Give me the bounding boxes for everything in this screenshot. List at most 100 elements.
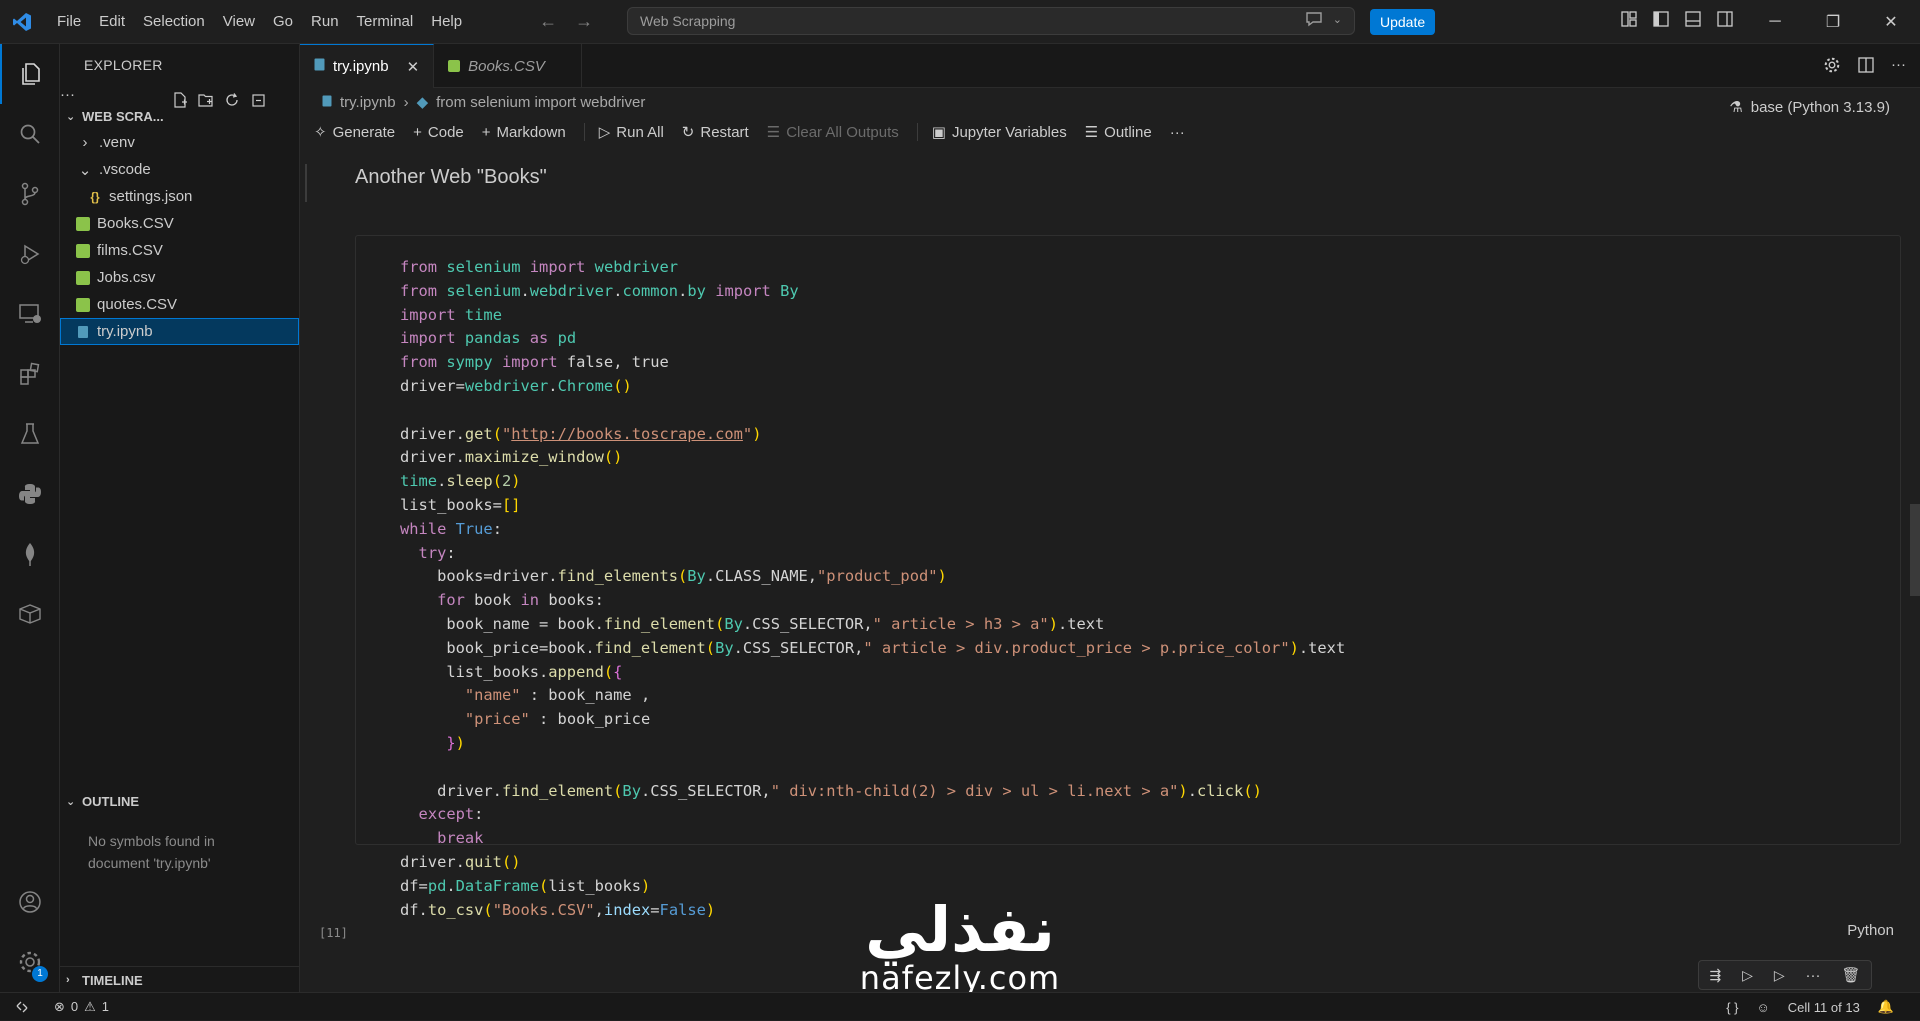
run-debug-icon[interactable] [0, 224, 60, 284]
timeline-header[interactable]: › TIMELINE [60, 967, 300, 993]
customize-layout-icon[interactable] [1620, 10, 1638, 28]
run-all-button[interactable]: ▷ Run All [599, 123, 664, 142]
menu-edit[interactable]: Edit [90, 0, 134, 44]
toggle-secondary-sidebar-icon[interactable] [1716, 10, 1734, 28]
more-actions-icon[interactable]: ··· [1891, 56, 1906, 74]
tree-file-quotes-csv[interactable]: quotes.CSV [60, 291, 299, 318]
jupyter-variables-button[interactable]: ▣ Jupyter Variables [932, 123, 1067, 142]
close-icon[interactable]: ✕ [407, 58, 420, 76]
tree-file-films-csv[interactable]: films.CSV [60, 237, 299, 264]
extensions-icon[interactable] [0, 344, 60, 404]
menu-go[interactable]: Go [264, 0, 302, 44]
remote-indicator-icon[interactable] [0, 993, 44, 1021]
breadcrumb-symbol[interactable]: from selenium import webdriver [436, 94, 645, 111]
menu-terminal[interactable]: Terminal [348, 0, 423, 44]
mongodb-leaf-icon[interactable] [0, 524, 60, 584]
outline-empty-message: No symbols found in document 'try.ipynb' [88, 833, 215, 871]
python-icon[interactable] [0, 464, 60, 524]
minimize-icon[interactable]: ─ [1746, 0, 1804, 44]
copilot-icon[interactable]: ☺ [1757, 1000, 1770, 1015]
chat-icon[interactable] [1305, 11, 1323, 27]
menu-file[interactable]: File [48, 0, 90, 44]
more-actions-icon[interactable]: ··· [60, 86, 75, 103]
menu-run[interactable]: Run [302, 0, 348, 44]
tree-file-settings-json[interactable]: {} settings.json [60, 183, 299, 210]
close-window-icon[interactable]: ✕ [1862, 0, 1920, 44]
braces-icon[interactable]: { } [1726, 1000, 1738, 1015]
menu-selection[interactable]: Selection [134, 0, 214, 44]
add-markdown-button[interactable]: + Markdown [482, 124, 566, 141]
tree-item-label: .vscode [99, 161, 151, 178]
refresh-icon[interactable] [224, 92, 240, 108]
code-label: Code [427, 123, 464, 141]
cell-position[interactable]: Cell 11 of 13 [1788, 1000, 1860, 1015]
vscode-logo-icon [0, 0, 44, 44]
cell-language-picker[interactable]: Python [1847, 922, 1894, 939]
problems-indicator[interactable]: ⊗ 0 ⚠ 1 [54, 999, 109, 1015]
code-line-12: while True: [400, 519, 502, 538]
new-folder-icon[interactable] [198, 92, 214, 108]
tab-try-ipynb[interactable]: try.ipynb ✕ [300, 44, 435, 88]
settings-gear-icon[interactable] [1823, 56, 1841, 74]
add-code-button[interactable]: + Code [413, 124, 464, 141]
csv-file-icon [448, 60, 461, 72]
testing-icon[interactable] [0, 404, 60, 464]
toggle-panel-icon[interactable] [1684, 10, 1702, 28]
code-line-14: books=driver.find_elements(By.CLASS_NAME… [400, 567, 947, 586]
clear-all-outputs-button[interactable]: ☰ Clear All Outputs [767, 123, 899, 142]
outline-button[interactable]: ☰ Outline [1085, 123, 1152, 142]
menu-view[interactable]: View [214, 0, 264, 44]
code-editor[interactable]: from selenium import webdriver from sele… [400, 256, 1345, 922]
code-line-26: driver.quit() [400, 852, 521, 871]
toggle-primary-sidebar-icon[interactable] [1652, 10, 1670, 28]
generate-button[interactable]: ✧ Generate [314, 123, 395, 142]
execute-above-icon[interactable]: ▷ [1742, 967, 1753, 984]
arrow-right-icon[interactable]: → [575, 11, 593, 32]
outline-header[interactable]: ⌄ OUTLINE [60, 788, 300, 814]
restore-icon[interactable]: ❐ [1804, 0, 1862, 44]
breadcrumb-file[interactable]: try.ipynb [340, 94, 396, 111]
run-all-label: Run All [616, 123, 664, 141]
code-cell[interactable]: from selenium import webdriver from sele… [355, 235, 1901, 919]
chevron-down-icon[interactable]: ⌄ [1333, 13, 1342, 26]
more-toolbar-button[interactable]: ··· [1170, 124, 1185, 141]
account-icon[interactable] [0, 872, 60, 932]
explorer-icon[interactable] [0, 44, 60, 104]
update-button[interactable]: Update [1370, 9, 1436, 35]
manage-gear-icon[interactable]: 1 [0, 932, 60, 992]
command-center[interactable]: Web Scrapping ⌄ [627, 7, 1355, 35]
delete-cell-icon[interactable]: 🗑 [1841, 966, 1860, 984]
tree-folder-venv[interactable]: › .venv [60, 129, 299, 156]
code-line-11: list_books=[] [400, 495, 521, 514]
breadcrumb: try.ipynb › ◆ from selenium import webdr… [300, 88, 1920, 116]
scrollbar[interactable] [1910, 504, 1920, 596]
kernel-picker[interactable]: ⚗ base (Python 3.13.9) [1729, 98, 1890, 117]
execute-below-icon[interactable]: ▷ [1774, 967, 1785, 984]
menu-help[interactable]: Help [422, 0, 471, 44]
restart-button[interactable]: ↻ Restart [682, 123, 749, 142]
remote-explorer-icon[interactable] [0, 284, 60, 344]
run-by-line-icon[interactable]: ⇶ [1709, 967, 1721, 984]
arrow-left-icon[interactable]: ← [539, 11, 557, 32]
search-icon[interactable] [0, 104, 60, 164]
code-line-18: list_books.append({ [400, 662, 623, 681]
tree-file-jobs-csv[interactable]: Jobs.csv [60, 264, 299, 291]
collapse-all-icon[interactable] [250, 92, 266, 108]
markdown-label: Markdown [496, 123, 566, 141]
csv-file-icon [76, 216, 90, 231]
more-actions-icon[interactable]: ··· [1806, 967, 1821, 984]
containers-icon[interactable] [0, 584, 60, 644]
tree-folder-vscode[interactable]: ⌄ .vscode [60, 156, 299, 183]
code-line-5: from sympy import false, true [400, 353, 669, 372]
source-control-icon[interactable] [0, 164, 60, 224]
code-line-20: "price" : book_price [464, 710, 651, 729]
notifications-bell-icon[interactable]: 🔔 [1878, 999, 1894, 1015]
tree-file-try-ipynb[interactable]: try.ipynb [60, 318, 299, 345]
new-file-icon[interactable] [172, 92, 188, 108]
tab-books-csv[interactable]: Books.CSV [434, 44, 582, 88]
markdown-cell[interactable]: Another Web "Books" [355, 166, 547, 189]
clear-outputs-label: Clear All Outputs [786, 123, 899, 141]
split-editor-icon[interactable] [1857, 56, 1875, 74]
tree-item-label: quotes.CSV [97, 296, 178, 313]
tree-file-books-csv[interactable]: Books.CSV [60, 210, 299, 237]
